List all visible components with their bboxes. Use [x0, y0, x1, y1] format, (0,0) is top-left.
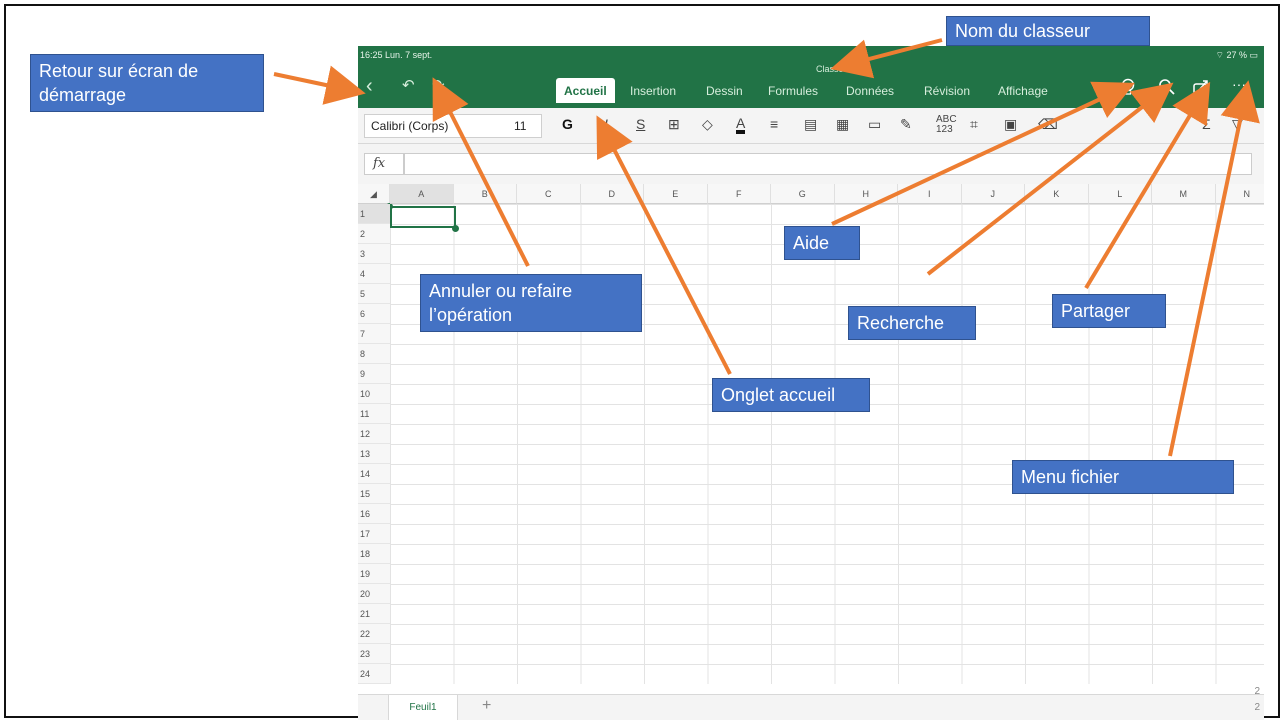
arrow-undo — [432, 77, 530, 267]
callout-share: Partager — [1052, 294, 1166, 328]
arrow-home — [273, 65, 366, 105]
arrow-share — [1084, 81, 1211, 290]
callout-undo: Annuler ou refaire l’opération — [420, 274, 642, 332]
callout-help: Aide — [784, 226, 860, 260]
callout-tab: Onglet accueil — [712, 378, 870, 412]
arrow-file-menu — [1168, 80, 1260, 457]
arrow-tab — [596, 115, 732, 375]
callout-search: Recherche — [848, 306, 976, 340]
callout-home: Retour sur écran de démarrage — [30, 54, 264, 112]
callout-file-menu: Menu fichier — [1012, 460, 1234, 494]
arrow-search — [926, 82, 1174, 276]
callout-workbook: Nom du classeur — [946, 16, 1150, 46]
arrow-workbook — [830, 38, 943, 79]
